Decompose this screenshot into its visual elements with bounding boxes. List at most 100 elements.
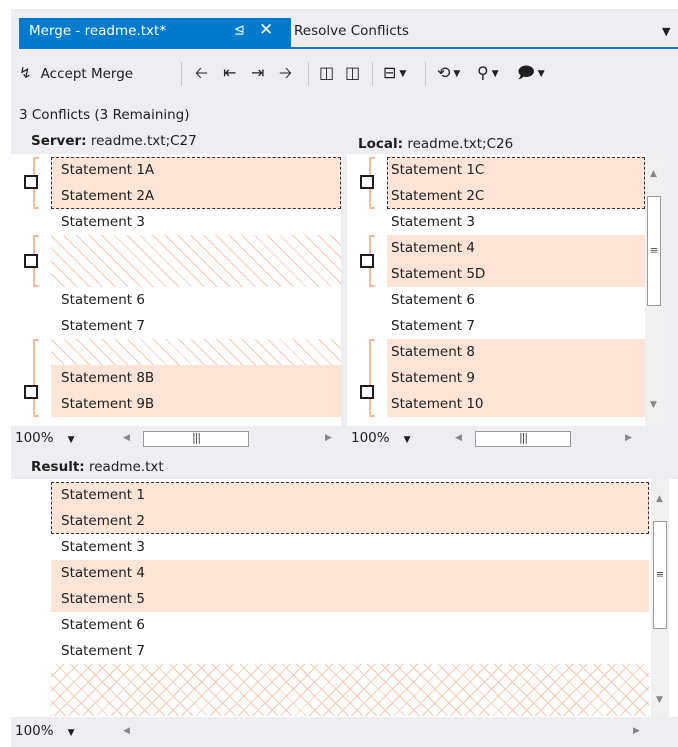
local-line: Statement 3	[391, 214, 475, 230]
result-zoom-value: 100%	[15, 723, 54, 739]
toolbar-separator	[372, 62, 373, 86]
local-label: Local:	[358, 136, 404, 152]
compare-button[interactable]: ⚲ ▼	[477, 63, 499, 84]
local-line: Statement 5D	[387, 261, 645, 287]
local-line: Statement 9	[387, 365, 645, 391]
server-zoom-value: 100%	[15, 430, 54, 446]
grip-icon: |||	[191, 431, 201, 444]
tab-strip: Merge - readme.txt* ⊴ ✕ Resolve Conflict…	[11, 9, 678, 49]
server-zoom-select[interactable]: 100% ▼	[15, 430, 75, 446]
scroll-thumb[interactable]: |||	[143, 431, 249, 447]
local-zoom-value: 100%	[351, 430, 390, 446]
toolbar-separator	[181, 62, 182, 86]
scroll-thumb[interactable]: ≡	[653, 521, 667, 629]
take-local-checkbox[interactable]	[360, 175, 374, 189]
conflict-bracket	[369, 339, 375, 417]
scroll-left-icon[interactable]: ◀	[455, 433, 462, 443]
scroll-right-icon[interactable]: ▶	[325, 433, 332, 443]
server-empty-hatch	[51, 235, 341, 287]
comment-icon: 🗩	[517, 63, 535, 82]
history-icon: ⟲	[437, 63, 451, 82]
tab-merge-readme-label: Merge - readme.txt*	[29, 23, 167, 39]
result-line: Statement 5	[51, 586, 649, 612]
chevron-down-icon: ▼	[67, 435, 75, 445]
current-conflict-outline	[51, 157, 341, 209]
grip-icon: ≡	[655, 569, 665, 581]
pin-icon[interactable]: ⊴	[234, 23, 245, 38]
result-line: Statement 3	[61, 539, 145, 555]
server-file: readme.txt;C27	[90, 133, 197, 149]
result-file: readme.txt	[88, 459, 164, 475]
layout-left-icon[interactable]: ◫	[319, 63, 334, 83]
result-vertical-scrollbar[interactable]: ▲ ≡ ▼	[651, 479, 669, 717]
server-pane-header: Server: readme.txt;C27	[31, 133, 197, 149]
chevron-down-icon: ▼	[403, 435, 411, 445]
accept-merge-button[interactable]: ↯ Accept Merge	[19, 63, 133, 84]
take-local-checkbox[interactable]	[360, 254, 374, 268]
scroll-up-icon[interactable]: ▲	[650, 169, 657, 179]
scroll-up-icon[interactable]: ▲	[656, 494, 663, 504]
merge-window: Merge - readme.txt* ⊴ ✕ Resolve Conflict…	[11, 9, 678, 747]
conflict-bracket	[33, 339, 39, 417]
next-conflict-icon[interactable]: 🡢	[279, 63, 292, 83]
layout-split-icon: ⊟	[383, 63, 397, 82]
server-line: Statement 8B	[51, 365, 341, 391]
chevron-down-icon: ▼	[67, 728, 75, 738]
first-conflict-icon[interactable]: ⇤	[223, 63, 236, 83]
layout-split-button[interactable]: ⊟ ▼	[383, 63, 406, 84]
scroll-down-icon[interactable]: ▼	[656, 695, 663, 705]
current-conflict-outline	[51, 482, 649, 534]
result-line: Statement 6	[61, 617, 145, 633]
tab-merge-readme[interactable]: Merge - readme.txt* ⊴ ✕	[19, 18, 291, 47]
local-horizontal-scrollbar[interactable]: ◀ ||| ▶	[451, 429, 641, 449]
result-line: Statement 4	[51, 560, 649, 586]
server-horizontal-scrollbar[interactable]: ◀ ||| ▶	[119, 429, 341, 449]
local-line: Statement 4	[387, 235, 645, 261]
scroll-left-icon[interactable]: ◀	[123, 433, 130, 443]
current-conflict-outline	[387, 157, 645, 209]
previous-conflict-icon[interactable]: 🡠	[195, 63, 208, 83]
compare-icon: ⚲	[477, 63, 489, 82]
local-zoom-select[interactable]: 100% ▼	[351, 430, 411, 446]
server-pane[interactable]: Statement 1A Statement 2A Statement 3 St…	[11, 154, 341, 426]
server-line: Statement 7	[61, 318, 145, 334]
server-line: Statement 9B	[51, 391, 341, 417]
local-pane-header: Local: readme.txt;C26	[358, 136, 513, 152]
local-file: readme.txt;C26	[407, 136, 514, 152]
last-conflict-icon[interactable]: ⇥	[251, 63, 264, 83]
chevron-down-icon: ▼	[537, 68, 545, 79]
local-pane[interactable]: Statement 1C Statement 2C Statement 3 St…	[347, 154, 663, 426]
scroll-thumb[interactable]: |||	[475, 431, 571, 447]
local-vertical-scrollbar[interactable]: ▲ ≡ ▼	[645, 154, 663, 426]
chevron-down-icon: ▼	[399, 68, 407, 79]
take-server-checkbox[interactable]	[24, 385, 38, 399]
scroll-thumb[interactable]: ≡	[647, 196, 661, 306]
take-local-checkbox[interactable]	[360, 385, 374, 399]
chevron-down-icon: ▼	[453, 68, 461, 79]
scroll-down-icon[interactable]: ▼	[650, 400, 657, 410]
take-server-checkbox[interactable]	[24, 175, 38, 189]
close-icon[interactable]: ✕	[259, 20, 273, 40]
local-line: Statement 7	[391, 318, 475, 334]
scroll-right-icon[interactable]: ▶	[633, 726, 640, 736]
result-pane[interactable]: Statement 1 Statement 2 Statement 3 Stat…	[11, 479, 678, 717]
toolbar: ↯ Accept Merge 🡠 ⇤ ⇥ 🡢 ◫ ◫ ⊟ ▼ ⟲ ▼ ⚲ ▼ 🗩 ▼	[11, 49, 678, 99]
result-zoom-select[interactable]: 100% ▼	[15, 723, 75, 739]
local-line: Statement 8	[387, 339, 645, 365]
comment-button[interactable]: 🗩 ▼	[517, 63, 545, 84]
history-button[interactable]: ⟲ ▼	[437, 63, 460, 84]
chevron-down-icon[interactable]: ▼	[662, 25, 670, 38]
grip-icon: |||	[518, 431, 528, 444]
scroll-right-icon[interactable]: ▶	[625, 433, 632, 443]
local-line: Statement 6	[391, 292, 475, 308]
accept-merge-label: Accept Merge	[40, 66, 134, 82]
layout-right-icon[interactable]: ◫	[345, 63, 360, 83]
scroll-left-icon[interactable]: ◀	[123, 726, 130, 736]
toolbar-separator	[425, 62, 426, 86]
take-server-checkbox[interactable]	[24, 254, 38, 268]
toolbar-separator	[308, 62, 309, 86]
result-pane-header: Result: readme.txt	[31, 459, 164, 475]
accept-merge-icon: ↯	[19, 64, 32, 82]
result-horizontal-scrollbar[interactable]: ◀ ▶	[119, 722, 649, 742]
conflict-summary: 3 Conflicts (3 Remaining)	[19, 107, 190, 123]
